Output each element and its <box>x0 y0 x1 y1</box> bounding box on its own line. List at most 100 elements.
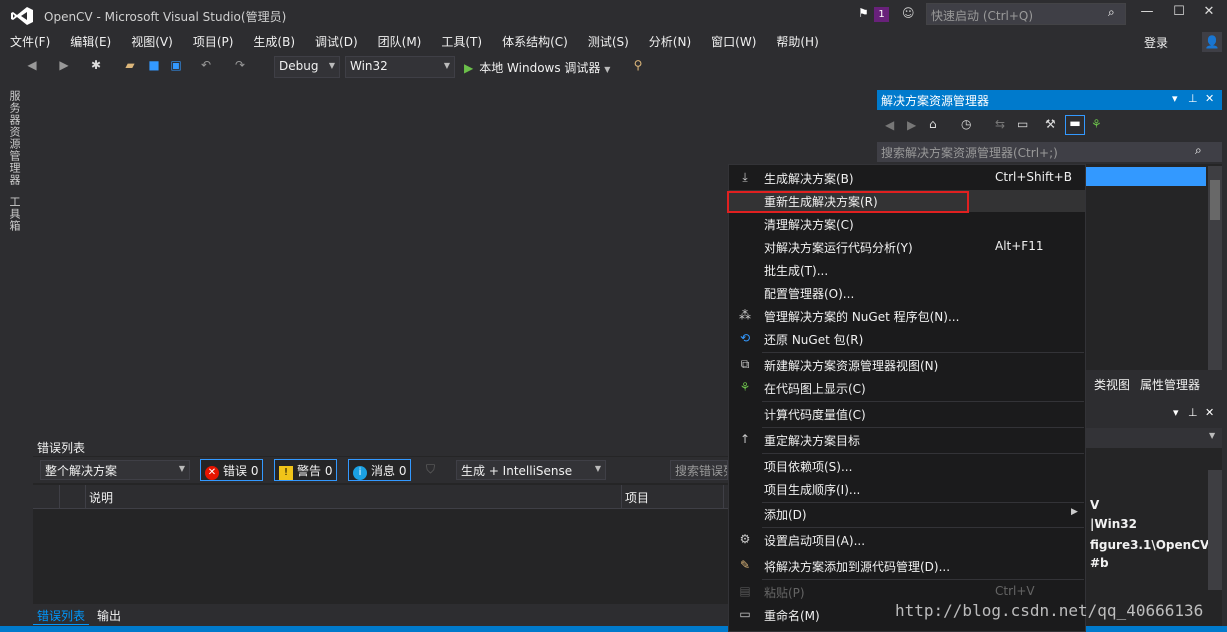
new-project-icon[interactable]: ✱ <box>88 58 104 76</box>
menu-edit[interactable]: 编辑(E) <box>70 32 111 52</box>
history-icon[interactable]: ◷ <box>961 117 971 131</box>
property-line: #b <box>1090 556 1109 570</box>
back-icon[interactable]: ◀ <box>885 118 894 132</box>
menu-item-manage-nuget[interactable]: ⁂ 管理解决方案的 NuGet 程序包(N)... <box>729 305 1085 327</box>
tab-property-manager[interactable]: 属性管理器 <box>1140 378 1200 392</box>
find-in-files-icon[interactable]: ⚲ <box>630 58 646 76</box>
menu-item-label: 还原 NuGet 包(R) <box>764 333 864 347</box>
menu-view[interactable]: 视图(V) <box>131 32 173 52</box>
menu-team[interactable]: 团队(M) <box>378 32 422 52</box>
menu-item-restore-nuget[interactable]: ⟲ 还原 NuGet 包(R) <box>729 328 1085 350</box>
close-button[interactable]: ✕ <box>1194 4 1224 24</box>
properties-object-select[interactable]: ▼ <box>1085 428 1222 448</box>
menu-analyze[interactable]: 分析(N) <box>649 32 691 52</box>
menu-file[interactable]: 文件(F) <box>10 32 50 52</box>
dropdown-icon[interactable]: ▾ <box>1172 92 1178 105</box>
menu-item-retarget-solution[interactable]: ↑ 重定解决方案目标 <box>729 429 1085 451</box>
configuration-select[interactable]: Debug ▼ <box>274 56 340 78</box>
menu-item-calculate-metrics[interactable]: 计算代码度量值(C) <box>729 403 1085 425</box>
menu-architecture[interactable]: 体系结构(C) <box>502 32 568 52</box>
error-list-title: 错误列表 <box>33 436 728 456</box>
chevron-down-icon: ▼ <box>328 61 335 70</box>
error-scope-select[interactable]: 整个解决方案 ▼ <box>40 460 190 480</box>
toolbox-tab[interactable]: 工具箱 <box>8 196 22 232</box>
server-explorer-tab[interactable]: 服务器资源管理器 <box>8 90 22 186</box>
paste-icon: ▤ <box>739 584 751 598</box>
show-all-files-icon[interactable]: ▬ <box>1065 115 1085 135</box>
menu-item-batch-build[interactable]: 批生成(T)... <box>729 259 1085 281</box>
solution-explorer-search-input[interactable]: 搜索解决方案资源管理器(Ctrl+;) <box>877 142 1222 162</box>
rename-icon: ▭ <box>739 607 751 621</box>
menu-item-configuration-manager[interactable]: 配置管理器(O)... <box>729 282 1085 304</box>
dropdown-icon[interactable]: ▾ <box>1173 406 1179 419</box>
column-description[interactable]: 说明 <box>89 489 113 506</box>
back-icon[interactable]: ◀ <box>24 58 40 76</box>
menu-item-label: 在代码图上显示(C) <box>764 382 866 396</box>
menu-item-project-dependencies[interactable]: 项目依赖项(S)... <box>729 455 1085 477</box>
menu-test[interactable]: 测试(S) <box>588 32 629 52</box>
pin-icon[interactable]: ⊥ <box>1188 406 1198 419</box>
search-icon[interactable]: ⌕ <box>1108 5 1115 20</box>
messages-filter-button[interactable]: i 消息 0 <box>348 459 412 481</box>
scrollbar-thumb[interactable] <box>1210 180 1220 220</box>
close-icon[interactable]: ✕ <box>1205 92 1214 105</box>
menu-item-paste[interactable]: ▤ 粘贴(P) Ctrl+V <box>729 581 1085 603</box>
pin-icon[interactable]: ⊥ <box>1188 92 1198 105</box>
save-all-icon[interactable]: ▣ <box>168 58 184 76</box>
errors-filter-button[interactable]: ✕ 错误 0 <box>200 459 264 481</box>
solution-explorer-toolbar: ◀ ▶ ⌂ ◷ ⇆ ▭ ⚒ ▬ ⚘ <box>877 114 1222 138</box>
notification-count[interactable]: 1 <box>874 7 889 22</box>
property-line: V <box>1090 498 1100 512</box>
error-list-search-input[interactable]: 搜索错误列 <box>670 460 728 480</box>
menu-item-set-startup-projects[interactable]: ⚙ 设置启动项目(A)... <box>729 529 1085 551</box>
column-project[interactable]: 项目 <box>625 489 649 506</box>
redo-icon[interactable]: ↷ <box>232 58 248 76</box>
menu-item-add-to-source-control[interactable]: ✎ 将解决方案添加到源代码管理(D)... <box>729 555 1085 577</box>
platform-select[interactable]: Win32 ▼ <box>345 56 455 78</box>
chevron-down-icon: ▼ <box>594 464 601 473</box>
home-icon[interactable]: ⌂ <box>929 117 937 131</box>
menu-item-build-solution[interactable]: ⤓ 生成解决方案(B) Ctrl+Shift+B <box>729 167 1085 189</box>
build-filter-select[interactable]: 生成 + IntelliSense ▼ <box>456 460 606 480</box>
save-icon[interactable]: ■ <box>146 58 162 76</box>
menu-item-label: 添加(D) <box>764 508 807 522</box>
quick-launch-input[interactable]: 快速启动 (Ctrl+Q) <box>926 3 1126 25</box>
menu-debug[interactable]: 调试(D) <box>315 32 358 52</box>
menu-tools[interactable]: 工具(T) <box>441 32 482 52</box>
menu-item-add[interactable]: 添加(D) ▶ <box>729 503 1085 525</box>
login-link[interactable]: 登录 <box>1144 34 1168 51</box>
tab-output[interactable]: 输出 <box>93 607 125 624</box>
search-icon[interactable]: ⌕ <box>1195 143 1202 158</box>
menu-item-new-explorer-view[interactable]: ⧉ 新建解决方案资源管理器视图(N) <box>729 354 1085 376</box>
properties-scrollbar[interactable] <box>1208 470 1222 590</box>
forward-icon[interactable]: ▶ <box>56 58 72 76</box>
tab-error-list[interactable]: 错误列表 <box>33 607 90 625</box>
undo-icon[interactable]: ↶ <box>198 58 214 76</box>
tab-class-view[interactable]: 类视图 <box>1094 378 1130 392</box>
menu-item-show-on-code-map[interactable]: ⚘ 在代码图上显示(C) <box>729 377 1085 399</box>
menu-build[interactable]: 生成(B) <box>253 32 295 52</box>
maximize-button[interactable]: ☐ <box>1164 4 1194 24</box>
selected-solution-node[interactable] <box>1085 167 1206 186</box>
menu-help[interactable]: 帮助(H) <box>776 32 818 52</box>
class-diagram-icon[interactable]: ⚘ <box>1091 117 1102 131</box>
avatar[interactable]: 👤 <box>1202 32 1222 52</box>
properties-wrench-icon[interactable]: ⚒ <box>1045 117 1056 131</box>
sync-icon[interactable]: ⇆ <box>995 117 1005 131</box>
menu-item-build-order[interactable]: 项目生成顺序(I)... <box>729 478 1085 500</box>
collapse-all-icon[interactable]: ▭ <box>1017 117 1028 131</box>
start-debugger-button[interactable]: ▶ 本地 Windows 调试器 ▼ <box>464 59 610 76</box>
menu-item-label: 项目依赖项(S)... <box>764 460 853 474</box>
close-icon[interactable]: ✕ <box>1205 406 1214 419</box>
menu-window[interactable]: 窗口(W) <box>711 32 756 52</box>
open-folder-icon[interactable]: ▰ <box>122 58 138 76</box>
forward-icon[interactable]: ▶ <box>907 118 916 132</box>
menu-item-run-code-analysis[interactable]: 对解决方案运行代码分析(Y) Alt+F11 <box>729 236 1085 258</box>
minimize-button[interactable]: — <box>1132 4 1162 24</box>
notification-flag-icon[interactable]: ⚑ <box>858 6 869 20</box>
menu-project[interactable]: 项目(P) <box>193 32 234 52</box>
filter-icon[interactable]: ⛉ <box>426 462 435 477</box>
menu-item-clean-solution[interactable]: 清理解决方案(C) <box>729 213 1085 235</box>
warnings-filter-button[interactable]: ! 警告 0 <box>274 459 338 481</box>
feedback-icon[interactable]: ☺ <box>902 6 915 20</box>
